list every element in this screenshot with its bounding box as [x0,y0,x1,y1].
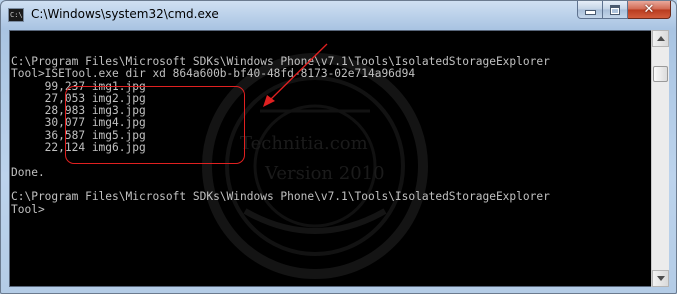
console-line: C:\Program Files\Microsoft SDKs\Windows … [11,190,550,204]
window-title: C:\Windows\system32\cmd.exe [31,7,219,21]
title-bar[interactable]: C:\ C:\Windows\system32\cmd.exe ✕ [1,1,676,29]
console-area[interactable]: Technitia.com Version 2010 C:\Program Fi… [9,30,652,287]
caption-buttons: ✕ [577,1,671,20]
minimize-button[interactable] [577,1,603,19]
scroll-down-button[interactable] [652,270,669,287]
close-button[interactable]: ✕ [628,1,671,19]
prompt-line: Tool> [11,202,45,216]
minimize-icon [584,10,596,15]
cmd-window: C:\ C:\Windows\system32\cmd.exe ✕ Techni… [0,0,677,294]
scroll-thumb[interactable] [653,66,668,82]
file-list-highlight [65,86,245,164]
maximize-button[interactable] [603,1,628,19]
cmd-icon[interactable]: C:\ [8,8,24,22]
scroll-up-button[interactable] [652,30,669,47]
chevron-down-icon [656,276,665,281]
maximize-icon [610,4,620,15]
annotation-arrow-icon [263,43,328,107]
done-line: Done. [11,165,45,179]
close-icon: ✕ [643,2,655,17]
chevron-up-icon [656,36,665,41]
vertical-scrollbar[interactable] [651,30,669,287]
